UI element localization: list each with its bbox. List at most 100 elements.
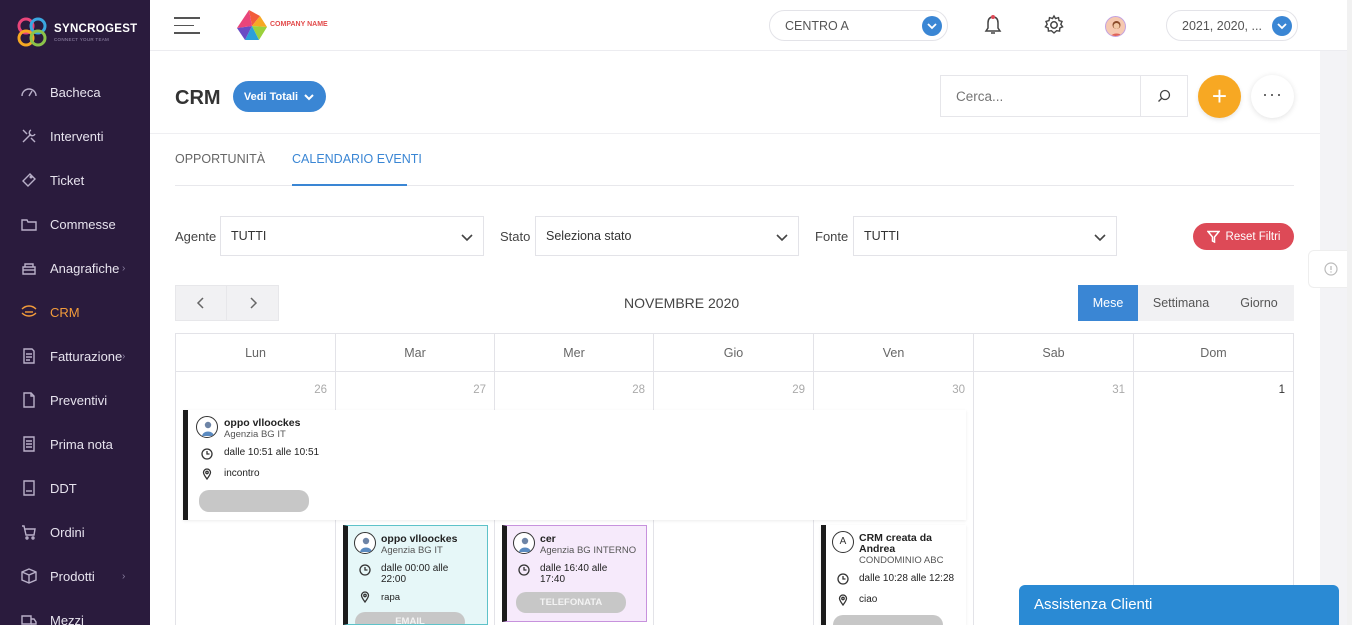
sidebar-item-interventi[interactable]: Interventi [0, 114, 150, 158]
user-avatar[interactable] [1105, 16, 1126, 37]
clock-icon [359, 564, 371, 576]
sidebar-item-label: Anagrafiche [50, 260, 120, 276]
calendar-view-switch: Mese Settimana Giorno [1078, 285, 1294, 321]
day-number: 29 [792, 384, 805, 396]
sidebar-item-ddt[interactable]: DDT [0, 466, 150, 510]
prev-month-button[interactable] [176, 286, 228, 320]
sidebar-item-ticket[interactable]: Ticket [0, 158, 150, 202]
sidebar-item-fatturazione[interactable]: Fatturazione › [0, 334, 150, 378]
location-pin-icon [360, 591, 370, 603]
sidebar-item-label: Commesse [50, 216, 116, 232]
vedi-totali-button[interactable]: Vedi Totali [233, 81, 326, 112]
event-title: oppo vlloockes [224, 417, 301, 429]
filter-icon [1206, 230, 1220, 243]
more-options-button[interactable]: ··· [1251, 75, 1294, 118]
search-icon [1158, 89, 1171, 102]
quote-icon [23, 392, 35, 408]
tab-opportunita[interactable]: OPPORTUNITÀ [175, 152, 265, 166]
calendar-event[interactable]: A CRM creata da Andrea CONDOMINIO ABC da… [821, 525, 966, 625]
topbar: COMPANY NAME CENTRO A 2021, 2020, ... [150, 0, 1352, 51]
search-input[interactable] [941, 76, 1140, 116]
sidebar: SYNCROGEST CONNECT YOUR TEAM Bacheca Int… [0, 0, 150, 625]
agent-value: TUTTI [231, 229, 267, 243]
brand[interactable]: SYNCROGEST CONNECT YOUR TEAM [16, 16, 138, 48]
event-title: cer [540, 533, 556, 545]
gear-icon[interactable] [1043, 14, 1065, 36]
view-month-button[interactable]: Mese [1078, 285, 1138, 321]
agent-select[interactable]: TUTTI [220, 216, 484, 256]
calendar-event[interactable]: oppo vlloockes Agenzia BG IT dalle 00:00… [343, 525, 488, 625]
calendar-event[interactable]: oppo vlloockes Agenzia BG IT dalle 10:51… [183, 410, 966, 520]
chevron-down-icon [1094, 234, 1106, 242]
page-scrollbar[interactable] [1347, 0, 1352, 625]
sidebar-item-label: Prima nota [50, 436, 113, 452]
sidebar-item-ordini[interactable]: Ordini [0, 510, 150, 554]
weekday-header: Dom [1134, 334, 1293, 372]
chevron-right-icon: › [122, 262, 126, 274]
event-type-badge: TELEFONATA [516, 592, 626, 613]
sidebar-item-preventivi[interactable]: Preventivi [0, 378, 150, 422]
tab-calendario-eventi[interactable]: CALENDARIO EVENTI [292, 152, 422, 166]
vedi-totali-label: Vedi Totali [243, 90, 299, 103]
dashboard-icon [21, 88, 37, 97]
state-label: Stato [500, 229, 531, 244]
event-title: oppo vlloockes [381, 533, 458, 545]
sidebar-item-label: Preventivi [50, 392, 108, 408]
avatar [513, 532, 535, 554]
sidebar-item-label: Prodotti [50, 568, 95, 584]
active-tab-indicator [292, 184, 407, 186]
sidebar-item-label: DDT [50, 480, 77, 496]
years-select[interactable]: 2021, 2020, ... [1166, 10, 1298, 41]
sidebar-item-label: Interventi [50, 128, 104, 144]
event-time: dalle 10:28 alle 12:28 [859, 573, 955, 584]
tools-icon [22, 129, 36, 143]
customer-support-widget[interactable]: Assistenza Clienti [1019, 585, 1339, 625]
reset-filters-button[interactable]: Reset Filtri [1193, 223, 1294, 250]
state-select[interactable]: Seleziona stato [535, 216, 799, 256]
centro-value: CENTRO A [785, 18, 849, 33]
search-box [940, 75, 1188, 117]
info-icon [1323, 262, 1338, 276]
sidebar-item-commesse[interactable]: Commesse [0, 202, 150, 246]
add-button[interactable]: + [1198, 75, 1241, 118]
event-time: dalle 00:00 alle [381, 563, 449, 574]
agent-label: Agente [175, 229, 217, 244]
event-time: dalle 10:51 alle 10:51 [224, 447, 320, 458]
centro-select[interactable]: CENTRO A [769, 10, 948, 41]
brand-tagline: CONNECT YOUR TEAM [54, 36, 110, 42]
sidebar-item-prima-nota[interactable]: Prima nota [0, 422, 150, 466]
event-place: rapa [381, 592, 401, 603]
ticket-icon [22, 173, 36, 187]
invoice-icon [23, 348, 35, 364]
years-value: 2021, 2020, ... [1182, 18, 1262, 33]
avatar [196, 416, 218, 438]
folder-icon [21, 219, 37, 231]
weekday-header: Sab [974, 334, 1134, 372]
view-day-button[interactable]: Giorno [1224, 285, 1294, 321]
event-place: incontro [224, 468, 260, 479]
event-time-end: 17:40 [540, 574, 566, 585]
event-type-badge [833, 615, 943, 625]
brand-logo-icon [17, 17, 47, 47]
info-tab[interactable] [1308, 250, 1352, 288]
view-week-button[interactable]: Settimana [1138, 285, 1224, 321]
main-content: CRM Vedi Totali + ··· OPPORTUNITÀ CALEND… [150, 51, 1320, 625]
day-number: 30 [952, 384, 965, 396]
bell-icon[interactable] [982, 14, 1004, 36]
next-month-button[interactable] [227, 286, 278, 320]
sidebar-item-anagrafiche[interactable]: Anagrafiche › [0, 246, 150, 290]
sidebar-item-bacheca[interactable]: Bacheca [0, 70, 150, 114]
day-number: 28 [632, 384, 645, 396]
sidebar-item-label: CRM [50, 304, 80, 320]
sidebar-item-mezzi[interactable]: Mezzi [0, 598, 150, 625]
state-value: Seleziona stato [546, 229, 632, 243]
search-button[interactable] [1140, 76, 1187, 116]
event-place: ciao [859, 594, 878, 605]
more-icon: ··· [1262, 84, 1283, 104]
sidebar-item-crm[interactable]: CRM [0, 290, 150, 334]
hamburger-menu-icon[interactable] [174, 17, 200, 35]
weekday-header: Lun [176, 334, 336, 372]
source-select[interactable]: TUTTI [853, 216, 1117, 256]
calendar-event[interactable]: cer Agenzia BG INTERNO dalle 16:40 alle … [502, 525, 647, 622]
sidebar-item-prodotti[interactable]: Prodotti › [0, 554, 150, 598]
